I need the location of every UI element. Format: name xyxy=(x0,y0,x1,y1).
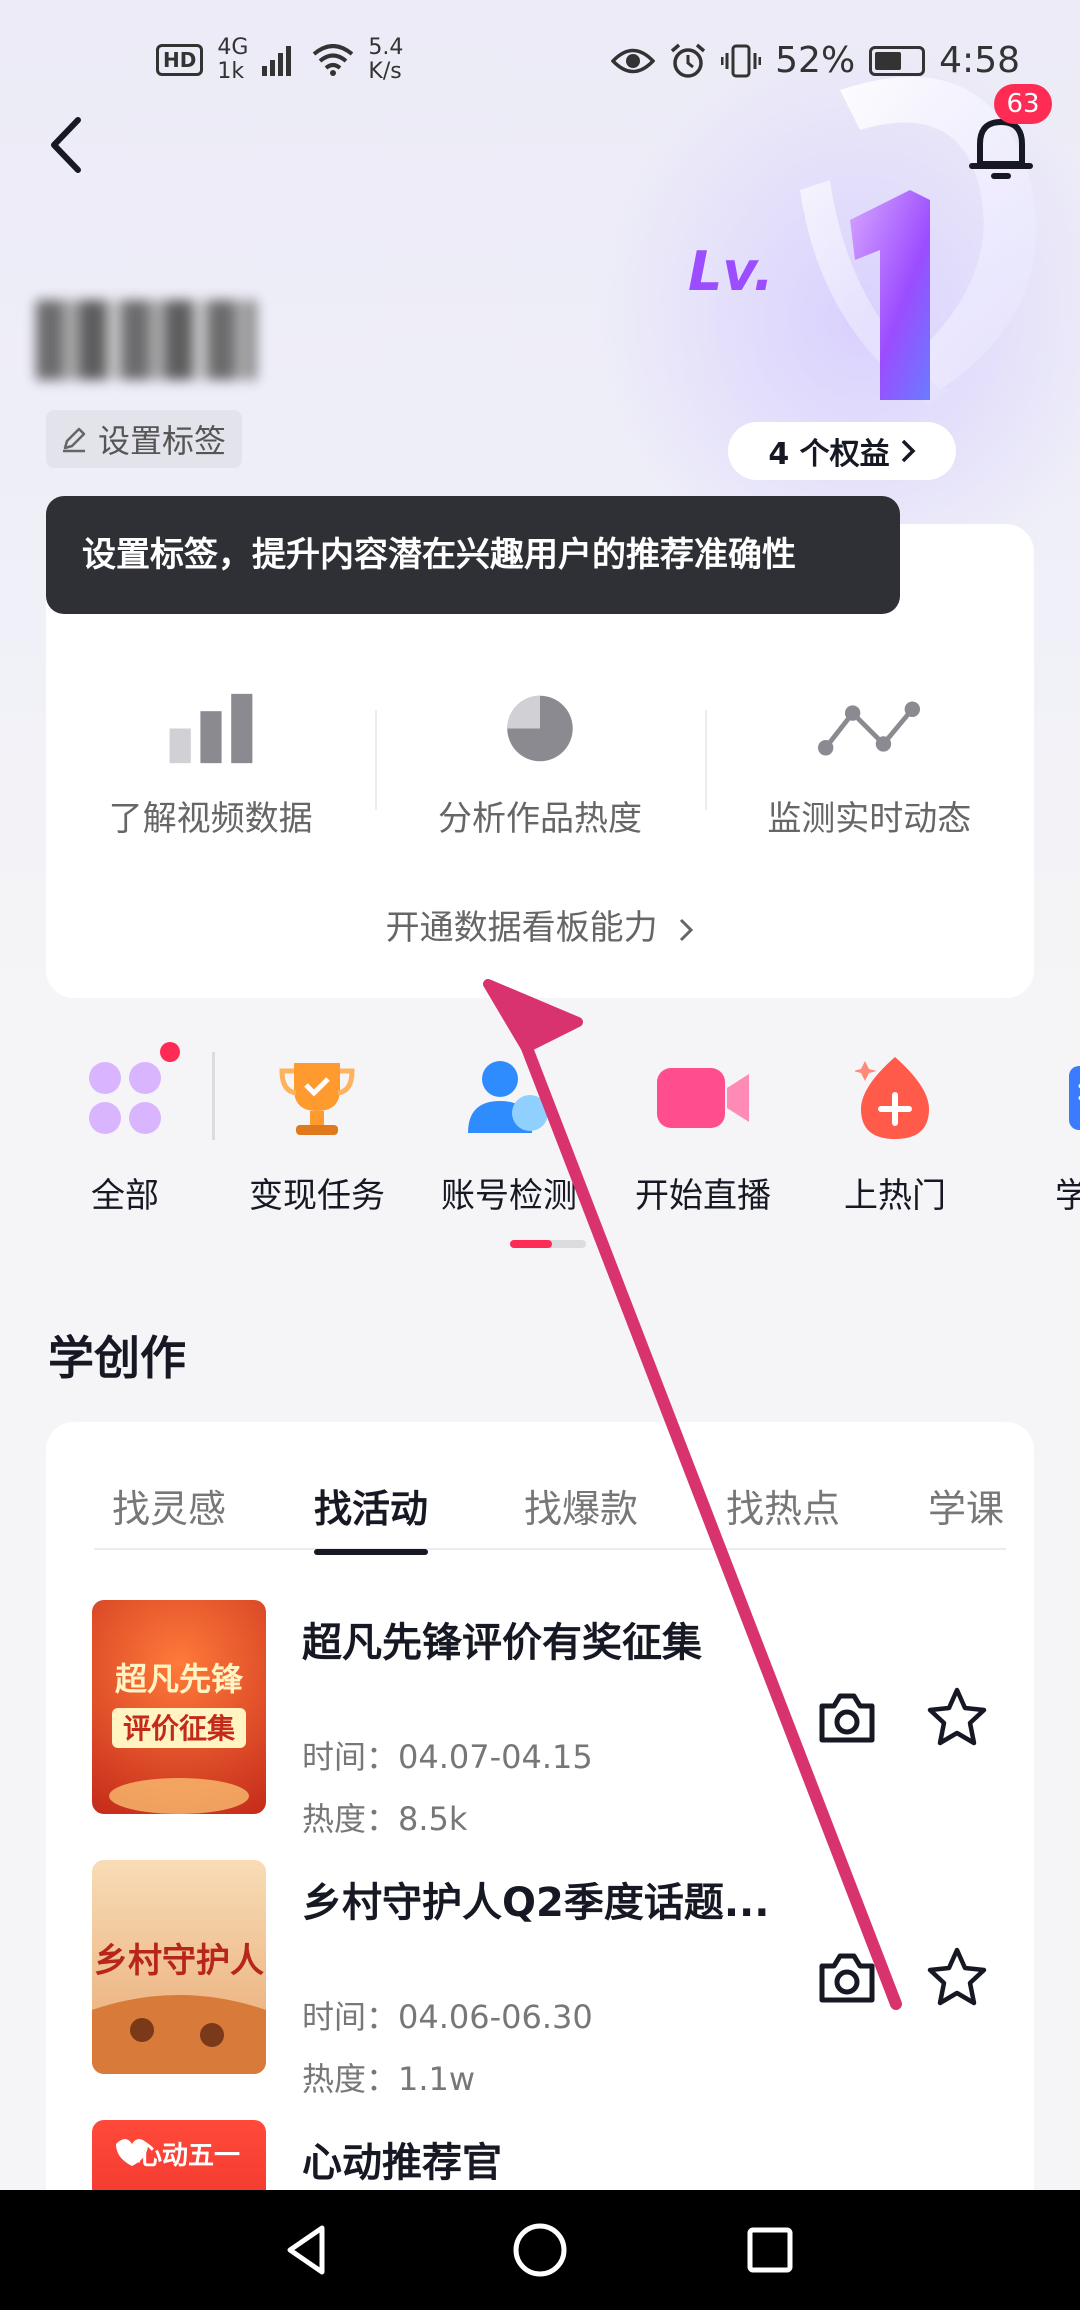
username-blurred xyxy=(36,300,256,380)
activity-thumbnail: 超凡先锋 评价征集 xyxy=(92,1600,266,1814)
open-data-board-label: 开通数据看板能力 xyxy=(385,908,658,948)
section-title-learn: 学创作 xyxy=(48,1331,186,1385)
tab-courses[interactable]: 学课 xyxy=(928,1478,1004,1533)
feature-work-heat[interactable]: 分析作品热度 xyxy=(375,690,704,840)
feature-realtime[interactable]: 监测实时动态 xyxy=(704,690,1034,840)
bar-chart-icon xyxy=(169,693,253,764)
tab-hot-topics[interactable]: 找热点 xyxy=(726,1478,840,1533)
data-features: 了解视频数据 分析作品热度 监测实时动态 xyxy=(46,690,1034,840)
signal-icon xyxy=(262,46,292,76)
svg-text:心动五一: 心动五一 xyxy=(136,2141,240,2171)
camera-icon[interactable] xyxy=(816,1690,878,1746)
rights-button[interactable]: 4 个权益 xyxy=(728,422,956,480)
feature-video-data[interactable]: 了解视频数据 xyxy=(46,690,375,840)
chevron-right-icon xyxy=(901,439,916,463)
activity-thumbnail-art: 超凡先锋 评价征集 xyxy=(109,1660,249,1814)
tab-inspiration[interactable]: 找灵感 xyxy=(112,1478,226,1533)
open-data-board-link[interactable]: 开通数据看板能力 xyxy=(46,900,1034,949)
rights-label: 4 个权益 xyxy=(768,437,890,472)
svg-text:评价征集: 评价征集 xyxy=(123,1712,235,1745)
hd-badge: HD xyxy=(156,44,204,76)
feature-label: 分析作品热度 xyxy=(437,799,642,839)
network-type: 4G 1k xyxy=(217,35,249,84)
notification-count-badge: 63 xyxy=(994,84,1052,124)
shortcut-label: 账号检测 xyxy=(441,1176,577,1216)
tab-activities[interactable]: 找活动 xyxy=(314,1478,429,1555)
svg-text:Lv.: Lv. xyxy=(688,240,774,303)
activity-thumbnail: 乡村守护人 xyxy=(92,1860,266,2074)
star-icon[interactable] xyxy=(926,1946,988,2008)
feature-label: 监测实时动态 xyxy=(767,799,972,839)
flame-icon xyxy=(855,1057,929,1139)
shortcut-label: 学习 xyxy=(1055,1176,1080,1216)
camera-icon[interactable] xyxy=(816,1950,878,2006)
shortcut-account-check[interactable]: 账号检测 xyxy=(414,1050,604,1217)
shortcut-label: 全部 xyxy=(91,1176,159,1216)
trophy-icon xyxy=(279,1063,355,1135)
network-speed: 5.4 K/s xyxy=(368,35,404,84)
activity-heat: 热度：8.5k xyxy=(302,1800,468,1838)
new-dot-badge xyxy=(160,1042,180,1062)
shortcut-label: 开始直播 xyxy=(635,1176,771,1216)
shortcut-learn[interactable]: 学习 xyxy=(994,1050,1080,1217)
shortcut-all[interactable]: 全部 xyxy=(30,1050,220,1217)
activity-item[interactable]: 乡村守护人 乡村守护人Q2季度话题... 时间：04.06-06.30 热度：1… xyxy=(92,1860,992,2098)
set-tag-button[interactable]: 设置标签 xyxy=(46,410,243,468)
pie-chart-icon xyxy=(507,695,573,762)
line-chart-icon xyxy=(818,701,921,756)
shortcut-scroll-indicator xyxy=(510,1240,586,1248)
shortcut-divider xyxy=(212,1052,215,1140)
chevron-right-icon xyxy=(680,918,694,941)
back-arrow-icon[interactable] xyxy=(40,110,100,180)
eye-icon xyxy=(611,48,656,73)
activity-heat: 热度：1.1w xyxy=(302,2060,476,2098)
feature-label: 了解视频数据 xyxy=(108,799,313,839)
shortcut-monetize-task[interactable]: 变现任务 xyxy=(222,1050,412,1217)
activity-title: 心动推荐官 xyxy=(302,2140,502,2186)
book-icon xyxy=(1069,1066,1080,1130)
shortcut-row: 全部 变现任务 账号检测 开始直播 上热门 学 xyxy=(0,1050,1080,1220)
shortcut-start-live[interactable]: 开始直播 xyxy=(608,1050,798,1217)
set-tag-tooltip: 设置标签，提升内容潜在兴趣用户的推荐准确性 xyxy=(46,496,900,614)
nav-back-icon[interactable] xyxy=(278,2220,338,2280)
shortcut-label: 上热门 xyxy=(844,1176,946,1216)
tab-hits[interactable]: 找爆款 xyxy=(524,1478,638,1533)
shortcut-label: 变现任务 xyxy=(249,1176,385,1216)
activity-time: 时间：04.06-06.30 xyxy=(302,1998,593,2036)
activity-time: 时间：04.07-04.15 xyxy=(302,1738,593,1776)
account-check-icon xyxy=(468,1061,548,1133)
star-icon[interactable] xyxy=(926,1686,988,1748)
grid-icon xyxy=(89,1062,161,1134)
activity-thumbnail-art: 乡村守护人 xyxy=(92,1941,266,2074)
svg-text:乡村守护人: 乡村守护人 xyxy=(94,1941,264,1981)
nav-recents-icon[interactable] xyxy=(740,2220,800,2280)
pencil-icon xyxy=(63,427,86,453)
activity-item[interactable]: 超凡先锋 评价征集 超凡先锋评价有奖征集 时间：04.07-04.15 热度：8… xyxy=(92,1600,992,1838)
learn-tabs: 找灵感 找活动 找爆款 找热点 学课 xyxy=(94,1478,1006,1555)
nav-home-icon[interactable] xyxy=(510,2220,570,2280)
shortcut-go-hot[interactable]: 上热门 xyxy=(800,1050,990,1217)
activity-title: 超凡先锋评价有奖征集 xyxy=(302,1620,702,1666)
activity-title: 乡村守护人Q2季度话题... xyxy=(302,1880,770,1926)
wifi-icon xyxy=(313,44,354,76)
svg-text:超凡先锋: 超凡先锋 xyxy=(115,1660,244,1698)
live-camera-icon xyxy=(657,1068,749,1128)
set-tag-label: 设置标签 xyxy=(98,422,227,460)
system-nav-bar xyxy=(0,2190,1080,2310)
